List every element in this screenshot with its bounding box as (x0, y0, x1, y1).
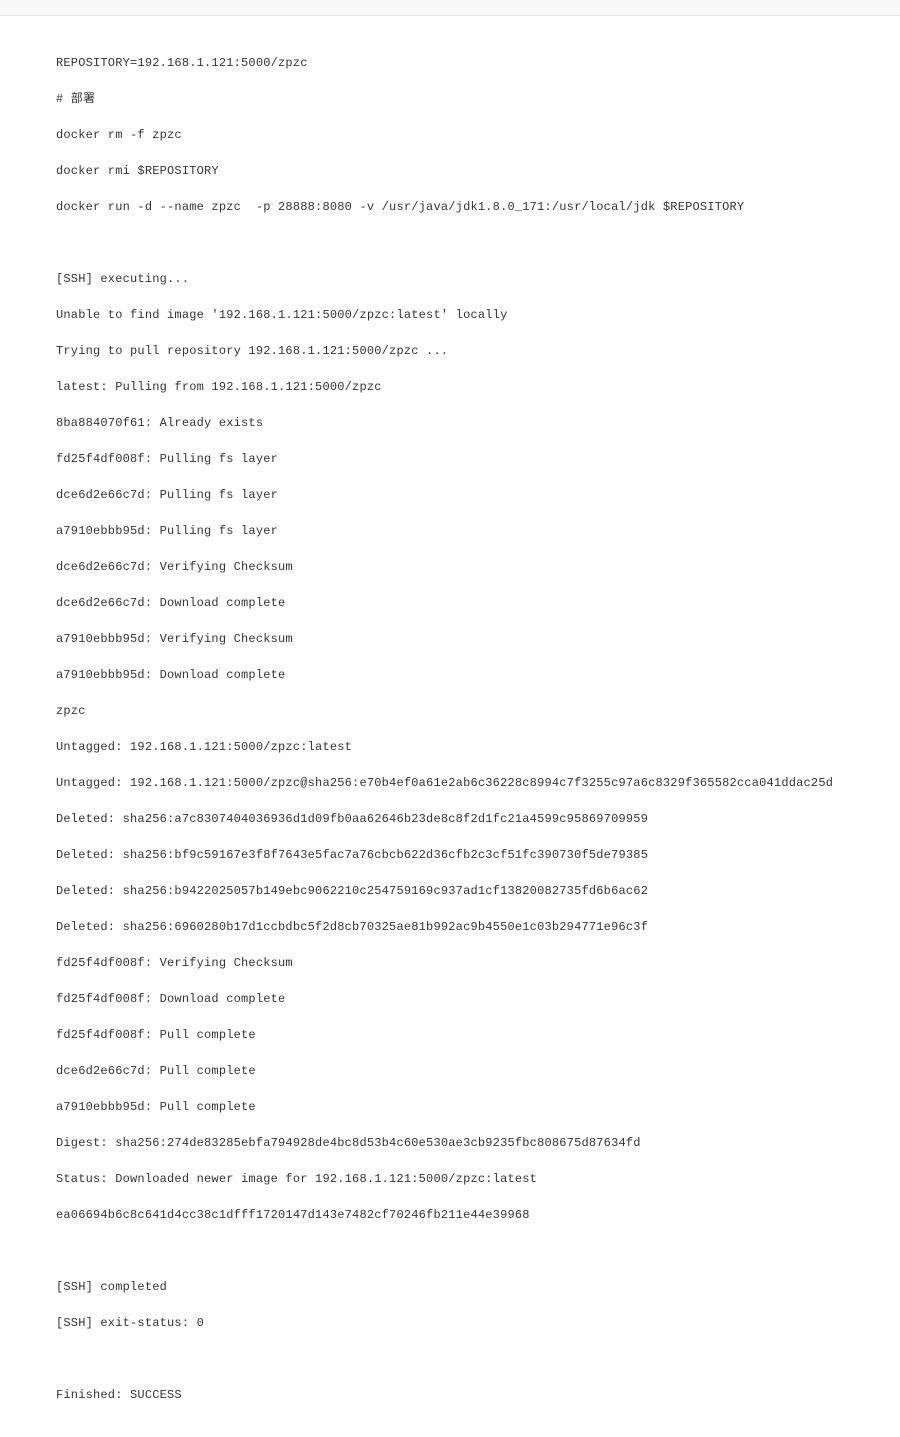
console-line: Deleted: sha256:6960280b17d1ccbdbc5f2d8c… (56, 918, 900, 936)
console-line: a7910ebbb95d: Pull complete (56, 1098, 900, 1116)
blank-line (56, 1242, 900, 1260)
console-line-finished: Finished: SUCCESS (56, 1386, 900, 1404)
console-line: a7910ebbb95d: Verifying Checksum (56, 630, 900, 648)
console-line: [SSH] executing... (56, 270, 900, 288)
console-line: 8ba884070f61: Already exists (56, 414, 900, 432)
console-line: Untagged: 192.168.1.121:5000/zpzc:latest (56, 738, 900, 756)
console-line: docker run -d --name zpzc -p 28888:8080 … (56, 198, 900, 216)
console-line: dce6d2e66c7d: Download complete (56, 594, 900, 612)
blank-line (56, 1350, 900, 1368)
console-line: # 部署 (56, 90, 900, 108)
console-line: dce6d2e66c7d: Pull complete (56, 1062, 900, 1080)
console-line: Deleted: sha256:a7c8307404036936d1d09fb0… (56, 810, 900, 828)
console-line: fd25f4df008f: Download complete (56, 990, 900, 1008)
console-line: fd25f4df008f: Pulling fs layer (56, 450, 900, 468)
console-line: a7910ebbb95d: Pulling fs layer (56, 522, 900, 540)
console-line: ea06694b6c8c641d4cc38c1dfff1720147d143e7… (56, 1206, 900, 1224)
console-line: [SSH] exit-status: 0 (56, 1314, 900, 1332)
console-line: docker rm -f zpzc (56, 126, 900, 144)
console-line: zpzc (56, 702, 900, 720)
console-line: docker rmi $REPOSITORY (56, 162, 900, 180)
console-output: REPOSITORY=192.168.1.121:5000/zpzc # 部署 … (0, 16, 900, 1437)
console-line: Status: Downloaded newer image for 192.1… (56, 1170, 900, 1188)
console-line: Digest: sha256:274de83285ebfa794928de4bc… (56, 1134, 900, 1152)
console-line: fd25f4df008f: Pull complete (56, 1026, 900, 1044)
console-line: Deleted: sha256:b9422025057b149ebc906221… (56, 882, 900, 900)
console-line: Trying to pull repository 192.168.1.121:… (56, 342, 900, 360)
console-line: Untagged: 192.168.1.121:5000/zpzc@sha256… (56, 774, 900, 792)
console-line: Deleted: sha256:bf9c59167e3f8f7643e5fac7… (56, 846, 900, 864)
console-line: latest: Pulling from 192.168.1.121:5000/… (56, 378, 900, 396)
console-line: dce6d2e66c7d: Verifying Checksum (56, 558, 900, 576)
top-bar (0, 0, 900, 16)
console-line: [SSH] completed (56, 1278, 900, 1296)
console-line: REPOSITORY=192.168.1.121:5000/zpzc (56, 54, 900, 72)
blank-line (56, 234, 900, 252)
console-line: fd25f4df008f: Verifying Checksum (56, 954, 900, 972)
console-line: a7910ebbb95d: Download complete (56, 666, 900, 684)
console-line: Unable to find image '192.168.1.121:5000… (56, 306, 900, 324)
console-line: dce6d2e66c7d: Pulling fs layer (56, 486, 900, 504)
